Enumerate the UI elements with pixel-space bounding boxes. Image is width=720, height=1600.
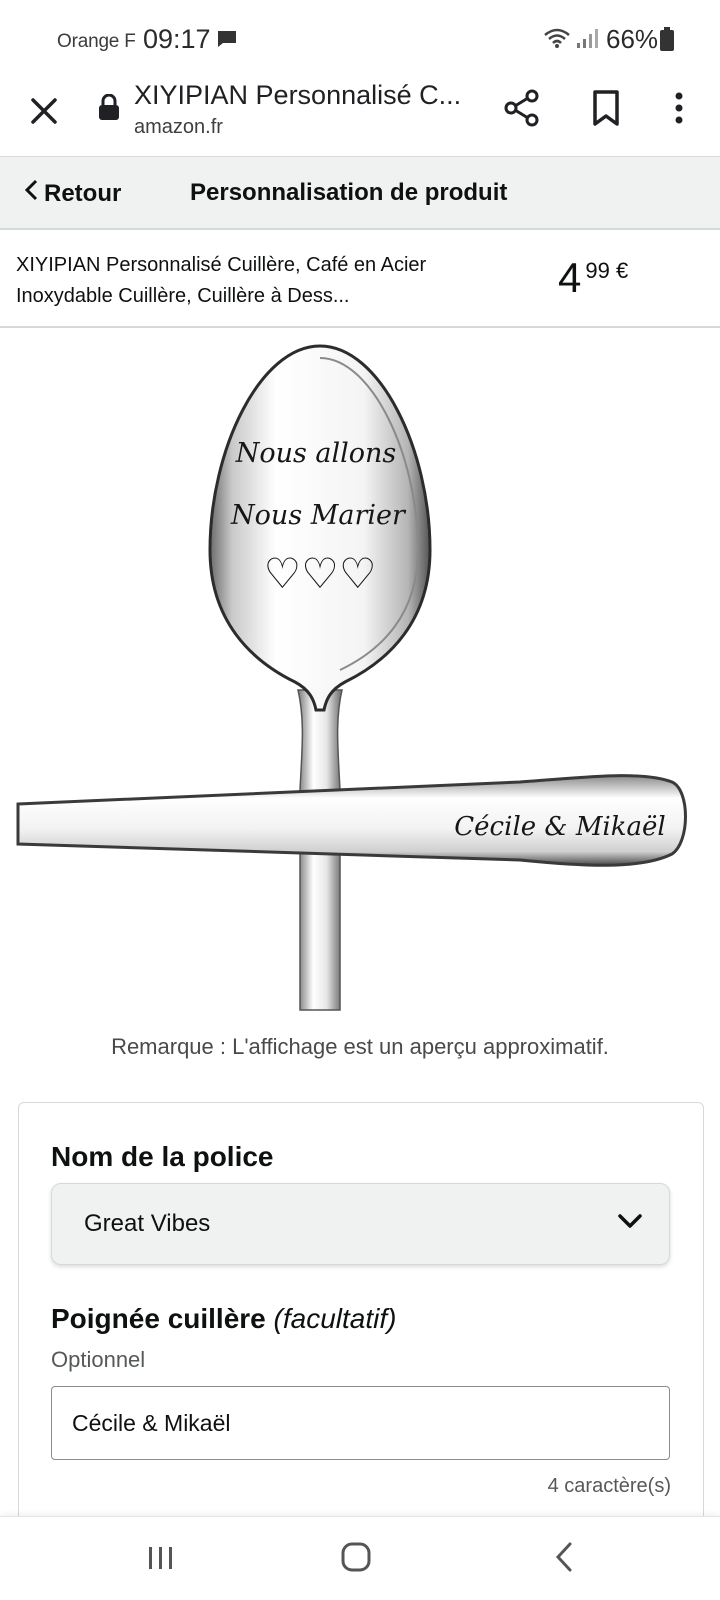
product-summary: XIYIPIAN Personnalisé Cuillère, Café en … <box>0 230 720 328</box>
spoon-illustration: Nous allons Nous Marier ♡♡♡ Cécile & Mik… <box>16 344 687 1011</box>
battery-icon <box>660 27 674 56</box>
engraving-handle-text: Cécile & Mikaël <box>454 812 665 842</box>
status-bar: Orange F 09:17 66% <box>0 0 720 78</box>
preview-remark: Remarque : L'affichage est un aperçu app… <box>111 1034 609 1059</box>
page-title[interactable]: XIYIPIAN Personnalisé C... <box>134 80 461 111</box>
engraving-line-1: Nous allons <box>235 438 397 469</box>
handle-text-label: Poignée cuillère (facultatif) <box>51 1303 396 1335</box>
lock-icon <box>98 93 120 125</box>
product-price: 4 99 € <box>558 254 628 302</box>
engraving-line-2: Nous Marier <box>230 500 407 531</box>
wifi-icon <box>543 27 571 54</box>
handle-text-input[interactable] <box>51 1386 670 1460</box>
handle-label-text: Poignée cuillère <box>51 1303 266 1334</box>
browser-toolbar: XIYIPIAN Personnalisé C... amazon.fr <box>0 78 720 156</box>
personalization-header: Retour Personnalisation de produit <box>0 156 720 230</box>
recent-apps-icon[interactable] <box>146 1543 176 1578</box>
signal-icon <box>576 27 600 54</box>
back-nav-icon[interactable] <box>552 1541 576 1578</box>
price-fraction: 99 € <box>585 258 629 283</box>
bookmark-icon[interactable] <box>586 88 626 128</box>
back-label: Retour <box>44 179 122 207</box>
header-title: Personnalisation de produit <box>190 179 508 206</box>
handle-hint: Optionnel <box>51 1347 146 1372</box>
product-name: XIYIPIAN Personnalisé Cuillère, Café en … <box>16 254 427 307</box>
status-time: 09:17 <box>143 24 211 54</box>
font-name-label: Nom de la police <box>51 1141 274 1172</box>
system-nav-bar <box>0 1516 720 1600</box>
message-icon <box>216 29 238 54</box>
battery-percentage: 66% <box>606 24 659 54</box>
character-count: 4 caractère(s) <box>547 1475 671 1497</box>
page-domain[interactable]: amazon.fr <box>134 116 223 139</box>
more-vertical-icon[interactable] <box>664 88 694 128</box>
back-button[interactable]: Retour <box>24 179 121 208</box>
font-select-value: Great Vibes <box>84 1210 211 1237</box>
carrier-name: Orange F <box>57 31 136 52</box>
share-icon[interactable] <box>502 88 542 128</box>
chevron-left-icon <box>24 179 38 208</box>
customization-card: Nom de la police Great Vibes Poignée cui… <box>18 1102 704 1522</box>
font-select[interactable]: Great Vibes <box>51 1183 670 1265</box>
chevron-down-icon <box>617 1212 643 1235</box>
close-icon[interactable] <box>26 93 62 129</box>
home-icon[interactable] <box>340 1541 372 1578</box>
engraving-hearts: ♡♡♡ <box>264 549 377 598</box>
price-whole: 4 <box>558 254 582 301</box>
handle-optional-tag: (facultatif) <box>273 1303 397 1334</box>
product-preview: Nous allons Nous Marier ♡♡♡ Cécile & Mik… <box>0 330 720 1030</box>
